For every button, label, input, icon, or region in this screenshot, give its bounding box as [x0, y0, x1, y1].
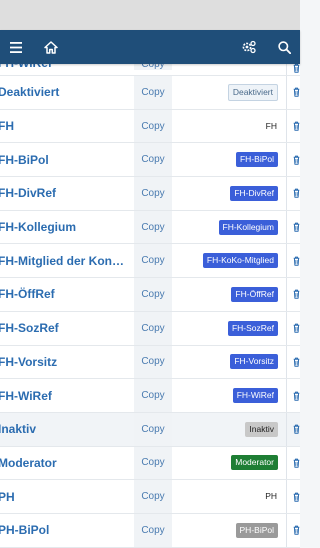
trash-icon[interactable] — [286, 412, 300, 446]
group-name-link[interactable]: FH-DivRef — [0, 177, 134, 210]
group-badge: FH-ÖffRef — [231, 286, 278, 302]
copy-button[interactable]: Copy — [134, 109, 172, 143]
trash-icon[interactable] — [286, 143, 300, 177]
copy-button[interactable]: Copy — [134, 412, 172, 446]
copy-button[interactable]: Copy — [134, 513, 172, 547]
copy-button[interactable]: Copy — [134, 76, 172, 109]
badge-cell: FH-Vorsitz — [174, 346, 278, 379]
group-name-link[interactable]: Inaktiv — [0, 413, 134, 446]
group-badge: FH-BiPol — [235, 152, 278, 168]
list-item[interactable]: FHCopyFH — [0, 109, 300, 144]
copy-button[interactable]: Copy — [134, 244, 172, 278]
group-name-link[interactable]: FH-ÖffRef — [0, 278, 134, 311]
trash-icon[interactable] — [286, 311, 300, 345]
copy-button[interactable]: Copy — [134, 480, 172, 513]
copy-button[interactable]: Copy — [134, 278, 172, 311]
group-name-link[interactable]: FH-Vorsitz — [0, 346, 134, 379]
copy-button[interactable]: Copy — [134, 446, 172, 480]
badge-cell: FH-DivRef — [174, 177, 278, 210]
trash-icon[interactable] — [286, 278, 300, 311]
menu-icon[interactable] — [3, 30, 29, 64]
badge-cell: Deaktiviert — [174, 76, 278, 109]
group-name-link[interactable]: FH — [0, 110, 134, 143]
list-item[interactable]: FH-Vorsitz Copy FH-Vorsitz — [0, 345, 300, 380]
group-name-link[interactable]: FH-Kollegium — [0, 211, 134, 244]
list-item[interactable]: FH-SozRef Copy FH-SozRef — [0, 311, 300, 346]
group-list: FH-WiRefCopyDeaktiviertCopyDeaktiviertFH… — [0, 56, 300, 548]
top-navbar — [0, 30, 300, 64]
group-name-link[interactable]: FH-BiPol — [0, 143, 134, 176]
copy-button[interactable]: Copy — [134, 345, 172, 379]
list-item[interactable]: FH-DivRef Copy FH-DivRef — [0, 177, 300, 211]
copy-button[interactable]: Copy — [134, 143, 172, 177]
group-badge: FH-Vorsitz — [230, 354, 278, 370]
group-name-link[interactable]: Moderator — [0, 447, 134, 480]
trash-icon[interactable] — [286, 244, 300, 278]
group-badge: FH — [265, 120, 277, 131]
list-item[interactable]: FH-WiRef Copy FH-WiRef — [0, 379, 300, 413]
list-item[interactable]: FH-Kollegium Copy FH-Kollegium — [0, 210, 300, 245]
status-bar — [0, 0, 300, 30]
copy-button[interactable]: Copy — [134, 311, 172, 345]
group-name-link[interactable]: FH-SozRef — [0, 312, 134, 345]
trash-icon[interactable] — [286, 345, 300, 379]
list-item[interactable]: Deaktiviert Copy Deaktiviert — [0, 76, 300, 110]
group-name-link[interactable]: FH-Mitglied der Kon… — [0, 244, 134, 277]
home-icon[interactable] — [38, 30, 64, 64]
group-badge: PH-BiPol — [235, 522, 278, 538]
group-badge: FH-KoKo-Mitglied — [202, 253, 278, 269]
badge-cell: FH-WiRef — [174, 379, 278, 412]
list-item[interactable]: Moderator Copy Moderator — [0, 446, 300, 481]
group-badge: PH — [265, 491, 277, 502]
badge-cell: Inaktiv — [174, 413, 278, 446]
search-icon[interactable] — [271, 30, 297, 64]
badge-cell: FH-KoKo-Mitglied — [174, 244, 278, 277]
badge-cell: FH-ÖffRef — [174, 278, 278, 311]
trash-icon[interactable] — [286, 76, 300, 109]
badge-cell: FH-BiPol — [174, 143, 278, 176]
trash-icon[interactable] — [286, 210, 300, 244]
group-name-link[interactable]: Deaktiviert — [0, 76, 134, 109]
list-item[interactable]: FH-BiPol Copy FH-BiPol — [0, 143, 300, 178]
badge-cell: FH-Kollegium — [174, 211, 278, 244]
trash-icon[interactable] — [286, 513, 300, 547]
badge-cell: FH — [174, 110, 278, 143]
list-item[interactable]: Inaktiv Copy Inaktiv — [0, 412, 300, 447]
group-name-link[interactable]: PH-BiPol — [0, 514, 134, 547]
trash-icon[interactable] — [286, 177, 300, 210]
group-badge: Inaktiv — [245, 421, 278, 437]
trash-icon[interactable] — [286, 480, 300, 513]
group-name-link[interactable]: PH — [0, 480, 134, 513]
settings-gear-icon[interactable] — [236, 30, 262, 64]
list-item[interactable]: FH-ÖffRef Copy FH-ÖffRef — [0, 278, 300, 312]
badge-cell: Moderator — [174, 447, 278, 480]
list-item[interactable]: PHCopyPH — [0, 480, 300, 514]
group-badge: FH-SozRef — [227, 320, 278, 336]
list-item[interactable]: PH-BiPol Copy PH-BiPol — [0, 513, 300, 548]
list-item[interactable]: FH-Mitglied der Kon… Copy FH-KoKo-Mitglied — [0, 244, 300, 279]
group-badge: Deaktiviert — [227, 83, 278, 101]
trash-icon[interactable] — [286, 446, 300, 480]
badge-cell: PH-BiPol — [174, 514, 278, 547]
group-badge: FH-WiRef — [232, 388, 278, 404]
trash-icon[interactable] — [286, 109, 300, 143]
badge-cell: PH — [174, 480, 278, 513]
group-badge: FH-DivRef — [230, 185, 278, 201]
badge-cell: FH-SozRef — [174, 312, 278, 345]
copy-button[interactable]: Copy — [134, 210, 172, 244]
group-badge: Moderator — [231, 455, 278, 471]
group-name-link[interactable]: FH-WiRef — [0, 379, 134, 412]
copy-button[interactable]: Copy — [134, 177, 172, 210]
group-badge: FH-Kollegium — [218, 219, 278, 235]
copy-button[interactable]: Copy — [134, 379, 172, 412]
trash-icon[interactable] — [286, 379, 300, 412]
